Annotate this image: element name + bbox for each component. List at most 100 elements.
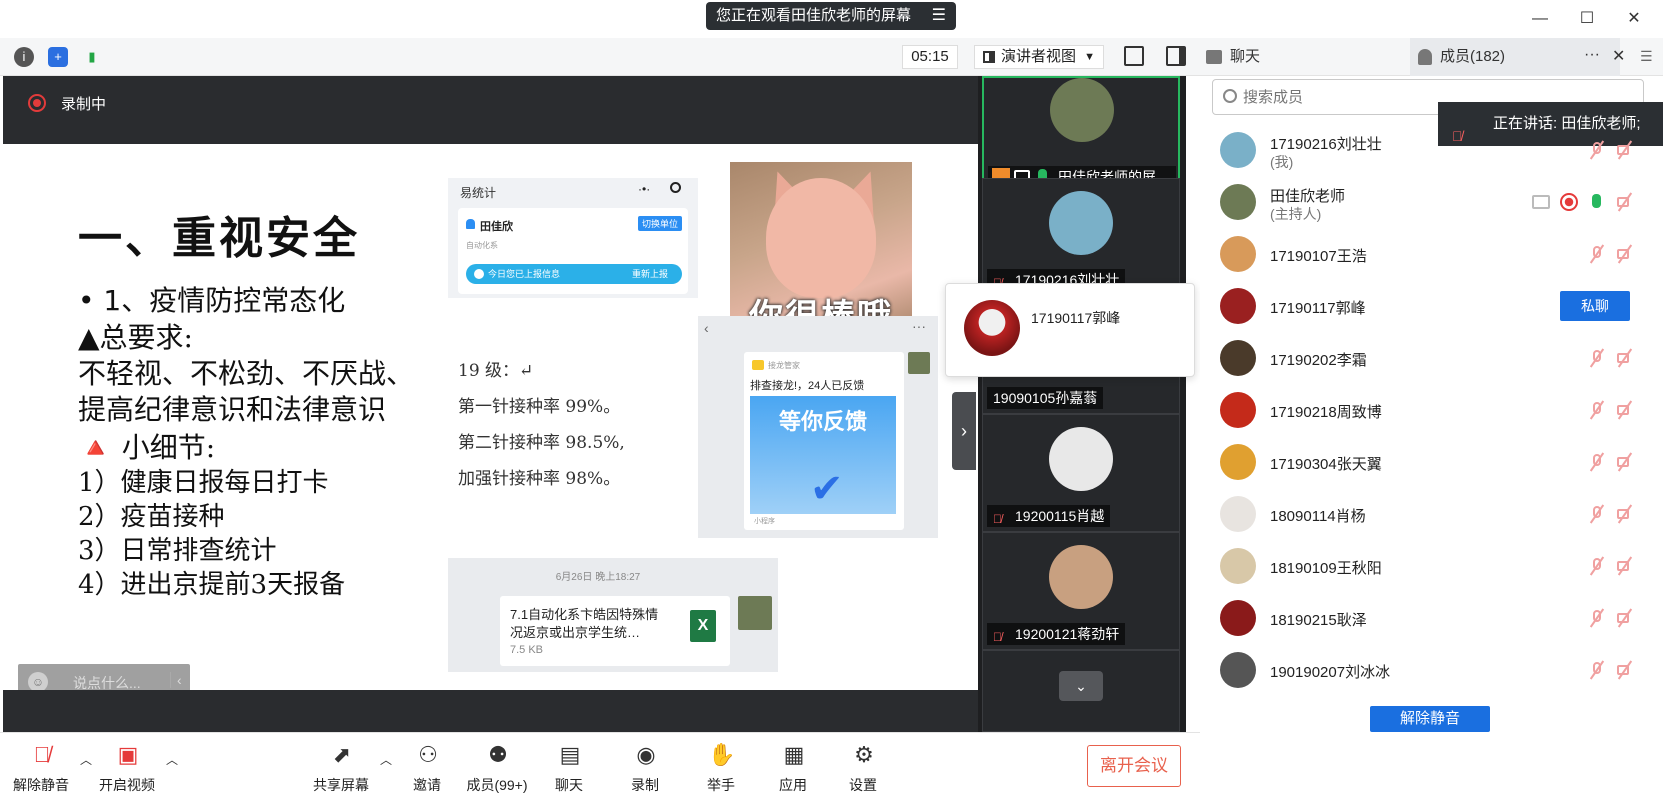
chevron-up-icon[interactable]: ︿	[380, 751, 392, 768]
invite-button[interactable]: ⚇ 邀请	[392, 741, 462, 797]
app-name: 易统计	[460, 186, 497, 200]
slide-title: 一、重视安全	[78, 213, 360, 264]
tile-name: 19090105孙嘉蓊	[993, 390, 1098, 406]
add-user-icon: ⚇	[418, 742, 438, 767]
record-button[interactable]: ◉ 录制	[610, 741, 680, 797]
checkmark-icon: ✔	[810, 467, 844, 511]
video-tile[interactable]: 田佳欣老师的屏…	[982, 76, 1180, 194]
video-tile[interactable]: ⌄	[982, 650, 1180, 732]
mic-off-icon[interactable]	[1588, 348, 1606, 368]
camera-off-icon[interactable]	[1616, 140, 1634, 160]
more-options-icon[interactable]: ···	[1584, 46, 1600, 64]
chevron-up-icon[interactable]: ︿	[80, 751, 92, 768]
avatar	[908, 352, 930, 374]
member-row[interactable]: 田佳欣老师 (主持人)	[1200, 176, 1663, 228]
maximize-button[interactable]: ☐	[1572, 6, 1602, 32]
tile-label: 19090105孙嘉蓊	[987, 387, 1104, 409]
camera-off-icon[interactable]	[1616, 660, 1634, 680]
start-video-button[interactable]: ▣ 开启视频	[92, 741, 162, 797]
camera-off-icon[interactable]	[1616, 400, 1634, 420]
shield-icon[interactable]: +	[48, 47, 68, 67]
mic-off-icon[interactable]	[1588, 504, 1606, 524]
unmute-button[interactable]: 🎙̸ 解除静音	[6, 741, 76, 797]
avatar	[1220, 496, 1256, 532]
title-bar: 您正在观看田佳欣老师的屏幕 ☰ — ☐ ✕	[0, 0, 1663, 38]
screen-share-banner[interactable]: 您正在观看田佳欣老师的屏幕 ☰	[706, 2, 956, 30]
camera-off-icon[interactable]	[1616, 556, 1634, 576]
unmute-all-button[interactable]: 解除静音	[1370, 706, 1490, 732]
chat-input-bubble[interactable]: ☺ 说点什么... ‹	[18, 664, 190, 690]
tile-name: 19200115肖越	[1015, 508, 1105, 524]
view-mode-select[interactable]: 演讲者视图 ▼	[974, 45, 1104, 69]
sidebar-toggle-icon[interactable]	[1166, 46, 1186, 66]
mic-off-icon[interactable]	[1588, 660, 1606, 680]
video-tile[interactable]: 🎙̸ 17190216刘壮壮	[982, 178, 1180, 296]
mic-off-icon[interactable]	[1588, 452, 1606, 472]
video-tile[interactable]: 🎙̸ 19200115肖越	[982, 414, 1180, 532]
chat-icon	[1206, 50, 1222, 64]
chevron-down-icon[interactable]: ⌄	[1059, 671, 1103, 701]
camera-off-icon: ▣	[117, 742, 139, 767]
mic-off-icon[interactable]	[1588, 140, 1606, 160]
member-row[interactable]: 18190109王秋阳	[1200, 540, 1663, 592]
list-menu-icon[interactable]: ☰	[932, 2, 946, 30]
more-icon: ···	[912, 318, 926, 334]
mic-off-icon[interactable]	[1588, 556, 1606, 576]
member-row[interactable]: 17190218周致博	[1200, 384, 1663, 436]
embedded-app-screenshot: 易统计 ·•· 田佳欣 切换单位 自动化系 今日您已上报信息 重新上报	[448, 178, 698, 298]
raise-hand-button[interactable]: ✋ 举手	[686, 741, 756, 797]
share-screen-button[interactable]: ⬈ 共享屏幕	[306, 741, 376, 797]
panel-menu-icon[interactable]: ☰	[1640, 48, 1653, 65]
chat-button[interactable]: ▤ 聊天	[534, 741, 604, 797]
member-row[interactable]: 18190215耿泽	[1200, 592, 1663, 644]
member-row[interactable]: 17190304张天翼	[1200, 436, 1663, 488]
camera-off-icon[interactable]	[1616, 244, 1634, 264]
member-row[interactable]: 17190202李霜	[1200, 332, 1663, 384]
avatar	[964, 300, 1020, 356]
avatar	[1220, 444, 1256, 480]
member-row[interactable]: 18090114肖杨	[1200, 488, 1663, 540]
member-role: (我)	[1270, 154, 1294, 170]
members-button[interactable]: ⚉ 成员(99+)	[462, 741, 532, 797]
slide-line: 4）进出京提前3天报备	[78, 570, 346, 600]
video-tile[interactable]: 🎙̸ 19200121蒋劲轩	[982, 532, 1180, 650]
report-dept: 自动化系	[466, 241, 498, 250]
check-icon	[474, 269, 484, 279]
member-row[interactable]: 17190216刘壮壮 (我)	[1200, 124, 1663, 176]
tab-chat[interactable]: 聊天	[1200, 38, 1410, 76]
member-row[interactable]: 17190107王浩	[1200, 228, 1663, 280]
minimize-button[interactable]: —	[1525, 6, 1555, 32]
close-panel-icon[interactable]: ✕	[1612, 46, 1625, 66]
collapse-chat-icon[interactable]: ‹	[170, 672, 182, 688]
camera-off-icon[interactable]	[1616, 608, 1634, 628]
collapse-strip-button[interactable]: ›	[952, 392, 976, 470]
settings-button[interactable]: ⚙ 设置	[828, 741, 898, 797]
excel-icon: X	[690, 610, 716, 642]
fullscreen-icon[interactable]	[1124, 46, 1144, 66]
file-name: 7.1自动化系卞皓因特殊情况返京或出京学生统…	[510, 607, 659, 640]
signal-icon[interactable]: ▮	[82, 47, 102, 67]
camera-off-icon[interactable]	[1616, 504, 1634, 524]
gear-icon: ⚙	[854, 742, 874, 767]
chevron-up-icon[interactable]: ︿	[166, 751, 178, 768]
camera-off-icon[interactable]	[1616, 452, 1634, 472]
slide-line: 3）日常排查统计	[78, 536, 277, 566]
mic-off-icon[interactable]	[1588, 400, 1606, 420]
camera-off-icon[interactable]	[1616, 348, 1634, 368]
close-window-button[interactable]: ✕	[1619, 6, 1649, 32]
leave-meeting-button[interactable]: 离开会议	[1087, 745, 1181, 787]
mic-off-icon[interactable]	[1588, 608, 1606, 628]
camera-off-icon[interactable]	[1616, 192, 1634, 212]
apps-button[interactable]: ▦ 应用	[758, 741, 828, 797]
member-row[interactable]: 190190207刘冰冰	[1200, 644, 1663, 696]
chat-icon: ▤	[559, 742, 581, 767]
member-hover-card: 17190117郭峰	[945, 283, 1195, 377]
member-row[interactable]: 17190117郭峰 私聊	[1200, 280, 1663, 332]
unmute-label: 解除静音	[13, 777, 69, 793]
private-chat-button[interactable]: 私聊	[1560, 291, 1630, 321]
hover-card-name: 17190117郭峰	[1031, 310, 1121, 326]
info-icon[interactable]: i	[14, 47, 34, 67]
tile-name: 19200121蒋劲轩	[1015, 626, 1120, 642]
mic-off-icon[interactable]	[1588, 244, 1606, 264]
emoji-icon[interactable]: ☺	[28, 672, 48, 690]
